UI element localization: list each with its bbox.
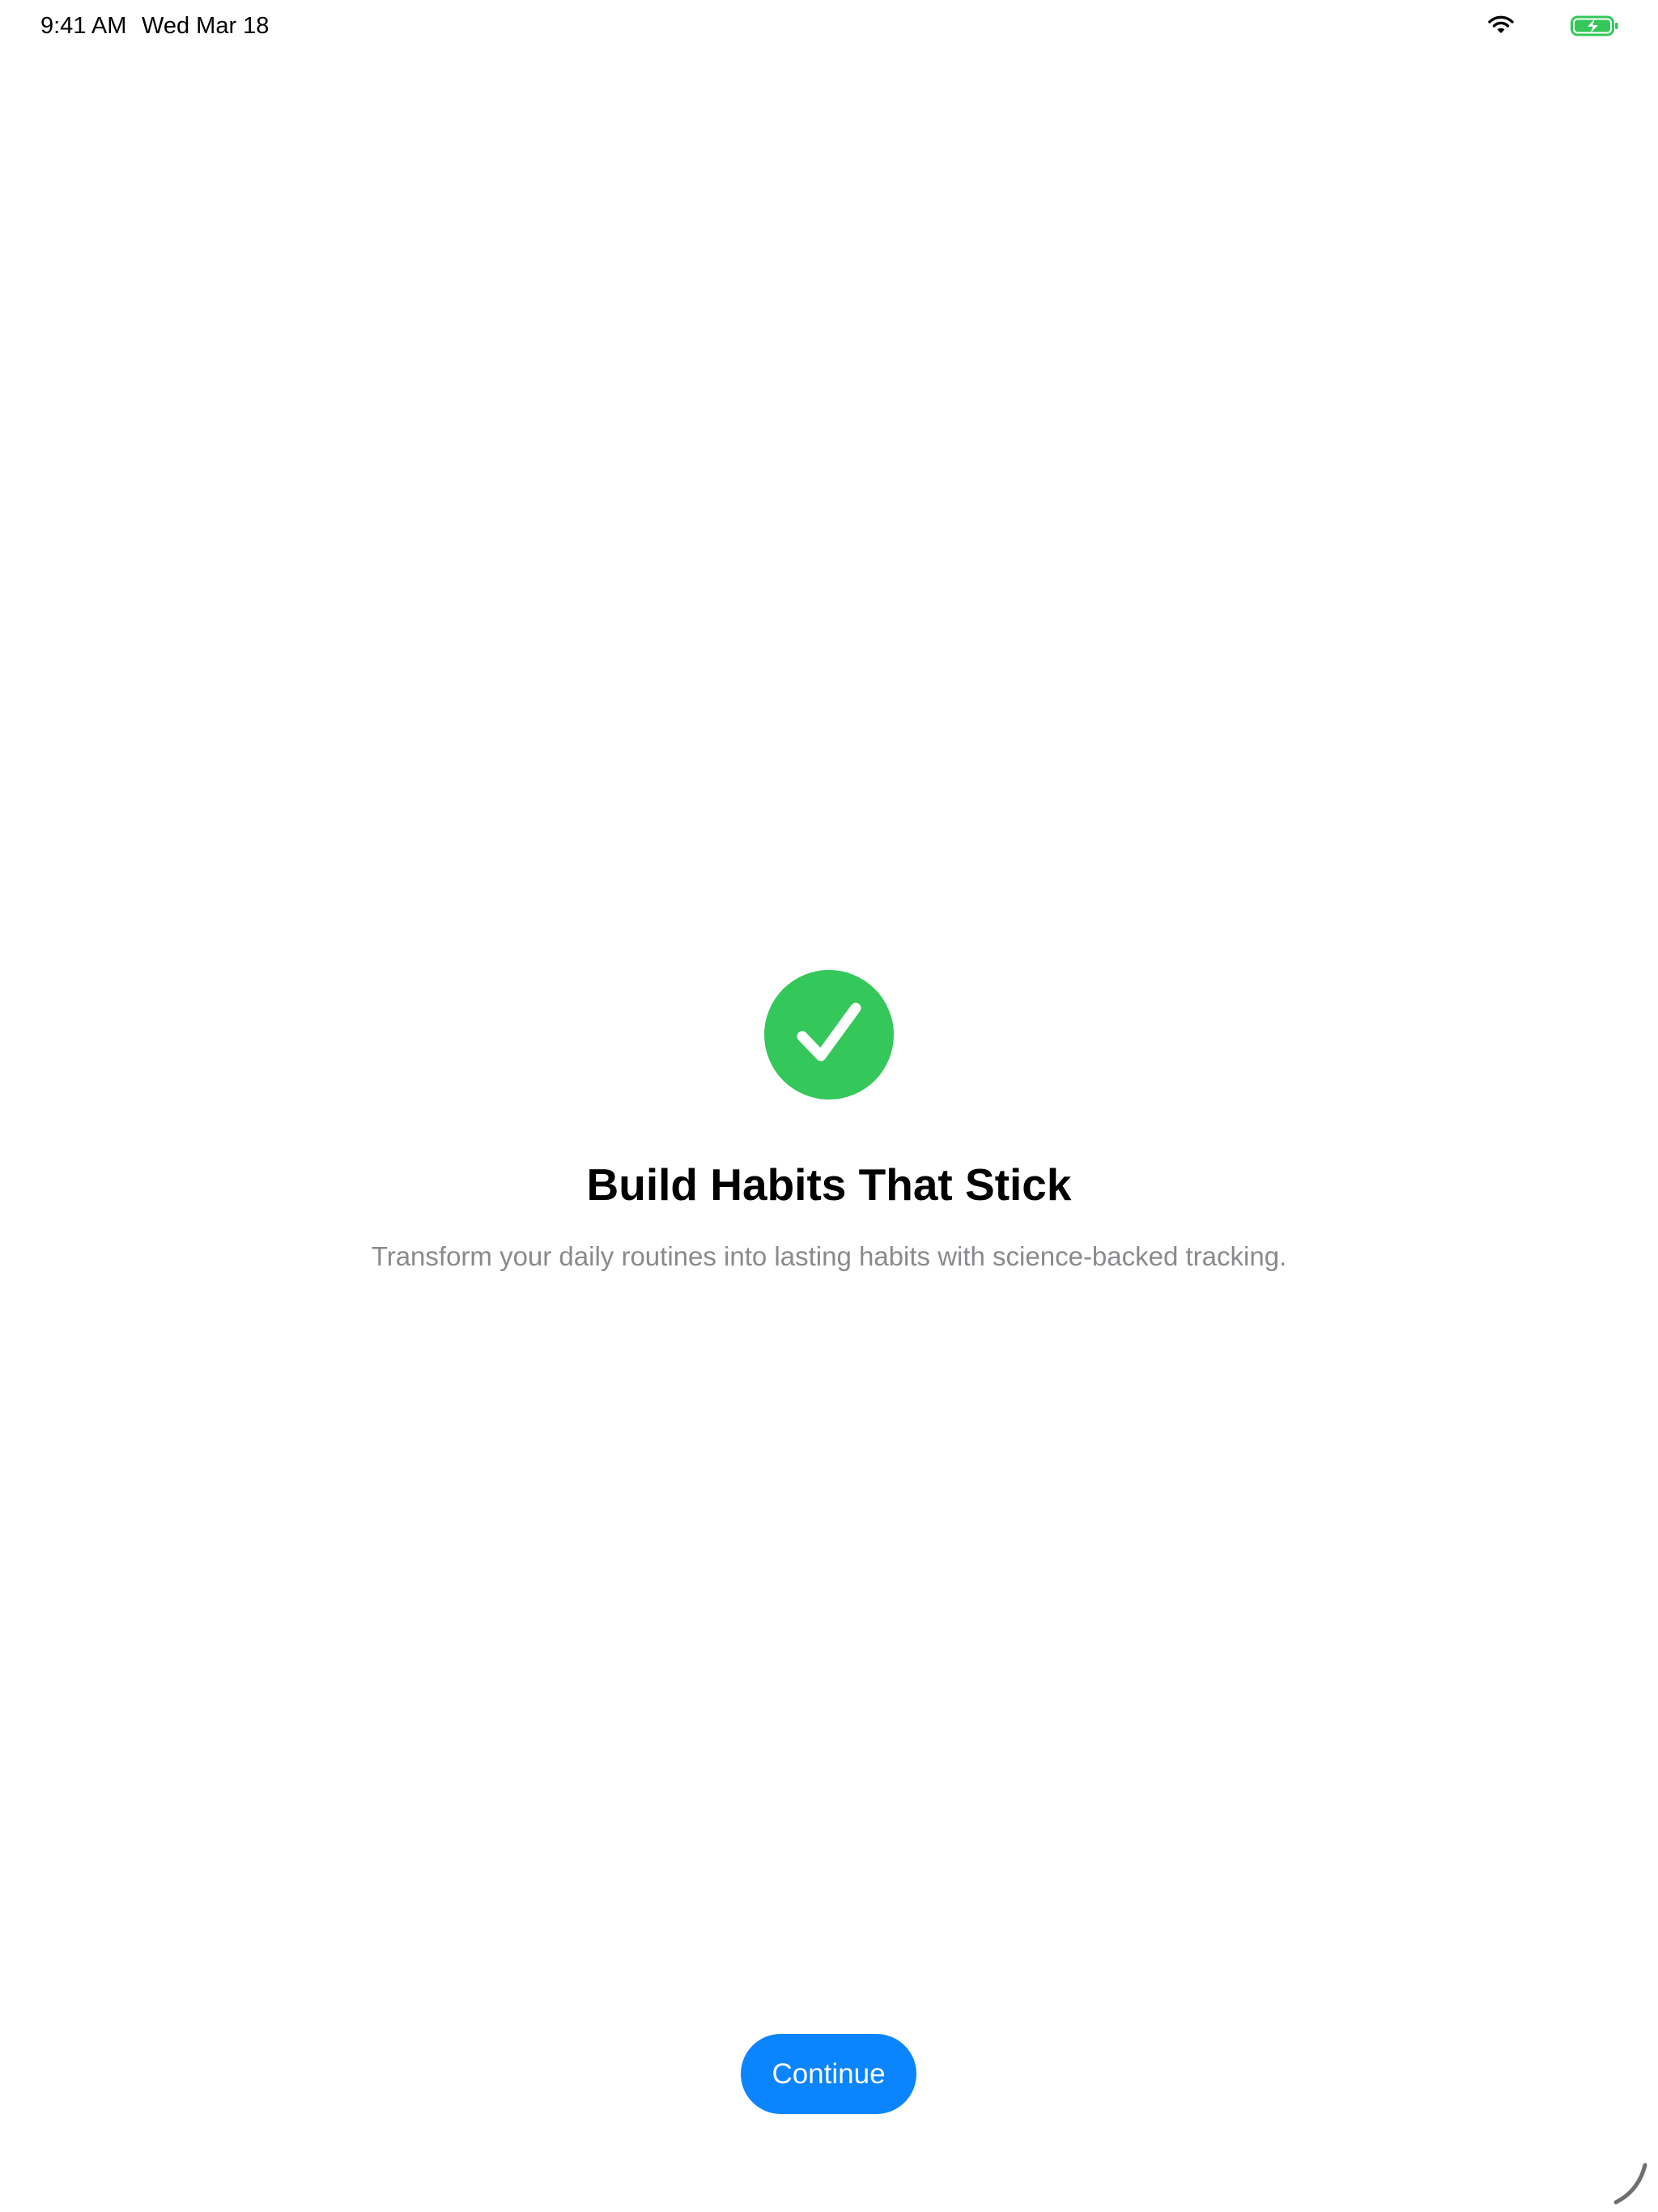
continue-button[interactable]: Continue	[741, 2034, 916, 2114]
checkmark-circle-icon	[764, 970, 894, 1100]
status-bar: 9:41 AM Wed Mar 18	[0, 0, 1658, 52]
battery-charging-icon	[1571, 15, 1619, 37]
wifi-icon	[1488, 15, 1514, 36]
onboarding-subtitle: Transform your daily routines into lasti…	[371, 1241, 1287, 1271]
resize-grabber-icon[interactable]	[1609, 2160, 1648, 2206]
onboarding-title: Build Habits That Stick	[586, 1159, 1072, 1210]
status-time: 9:41 AM	[40, 13, 127, 39]
onboarding-screen: 9:41 AM Wed Mar 18 Build Habits That Sti…	[0, 0, 1658, 2212]
status-date: Wed Mar 18	[142, 13, 270, 39]
